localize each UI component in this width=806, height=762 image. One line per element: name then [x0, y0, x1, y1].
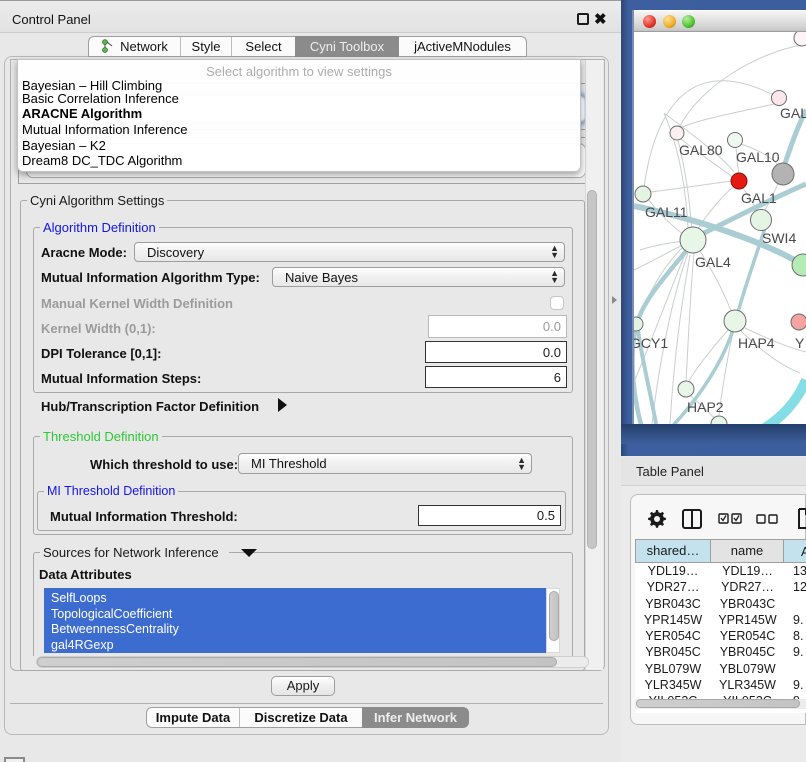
- svg-text:SWI4: SWI4: [762, 230, 796, 246]
- svg-text:GAL1: GAL1: [741, 190, 777, 206]
- svg-text:GAL7: GAL7: [780, 105, 806, 121]
- svg-text:GAL11: GAL11: [645, 204, 688, 220]
- svg-text:Y: Y: [795, 335, 805, 351]
- svg-text:GAL80: GAL80: [679, 142, 723, 158]
- svg-text:GAL10: GAL10: [736, 149, 780, 165]
- svg-text:HAP2: HAP2: [687, 399, 724, 415]
- svg-text:HAP4: HAP4: [738, 335, 775, 351]
- svg-text:GAL4: GAL4: [695, 254, 731, 270]
- svg-text:GCY1: GCY1: [634, 335, 668, 351]
